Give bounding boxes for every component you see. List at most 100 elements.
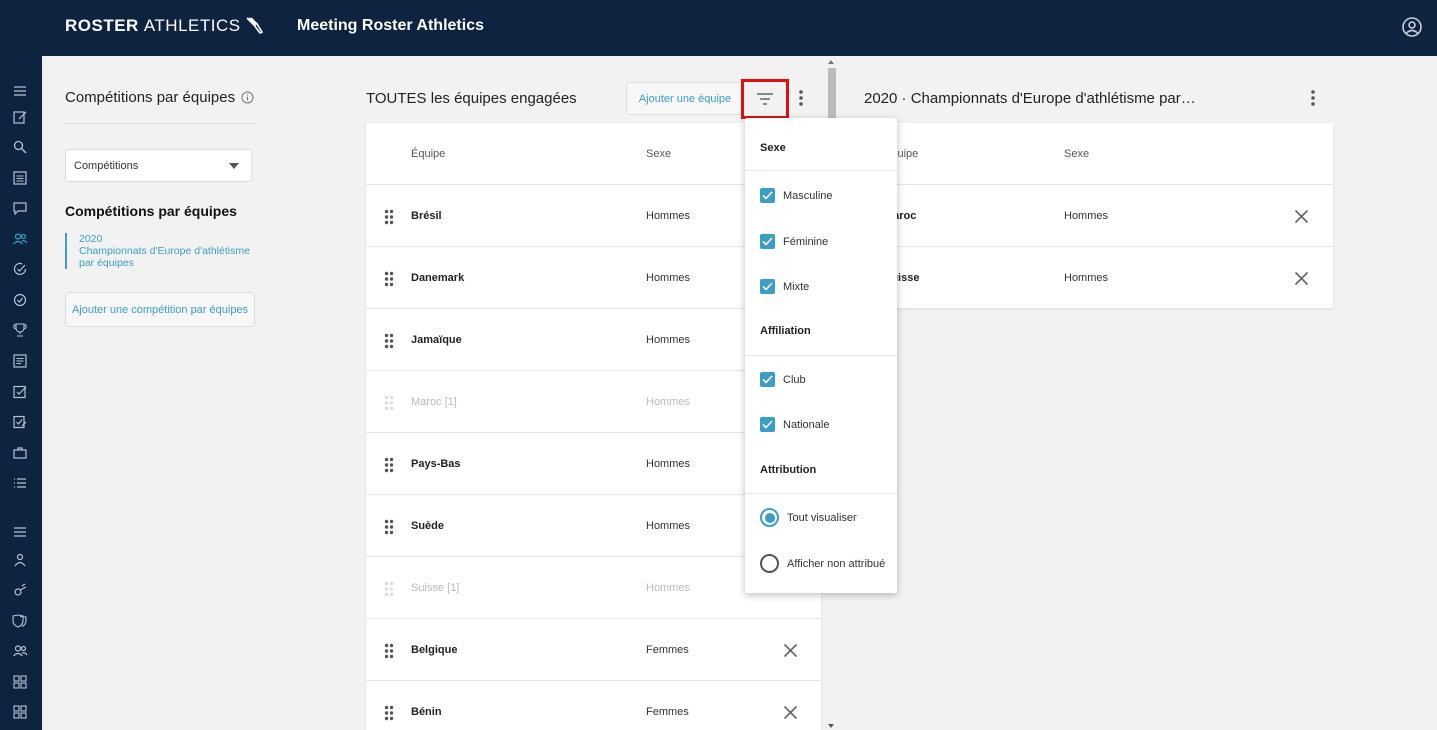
team-sex: Femmes xyxy=(646,644,689,656)
filter-affiliation-title: Affiliation xyxy=(760,325,811,337)
checkbox-checked-icon xyxy=(760,417,775,432)
checkbox-checked-icon xyxy=(760,234,775,249)
checkbox-checked-icon xyxy=(760,279,775,294)
drag-handle-icon[interactable] xyxy=(384,209,394,228)
table-row[interactable]: Belgique Femmes xyxy=(366,619,821,681)
checkbox-mixte[interactable]: Mixte xyxy=(760,279,809,294)
divider xyxy=(745,170,897,171)
radio-non-attribue[interactable]: Afficher non attribué xyxy=(760,554,885,573)
document-icon[interactable] xyxy=(11,352,29,370)
radio-unselected-icon xyxy=(760,554,779,573)
label-masculine: Masculine xyxy=(783,189,833,202)
team-name: Maroc [1] xyxy=(411,396,457,408)
filter-sexe-title: Sexe xyxy=(760,142,786,154)
team-sex: Hommes xyxy=(1064,272,1109,284)
checkbox-feminine[interactable]: Féminine xyxy=(760,234,828,249)
team-name: Brésil xyxy=(411,210,442,222)
table-row[interactable]: Suisse Hommes xyxy=(838,247,1333,309)
competition-teams-table: Équipe Sexe Maroc Hommes Suisse Hommes xyxy=(838,123,1333,309)
menu-icon-secondary[interactable] xyxy=(11,523,29,541)
account-icon[interactable] xyxy=(1401,16,1423,43)
info-icon[interactable] xyxy=(241,91,254,109)
menu-icon[interactable] xyxy=(11,82,29,100)
grid-alt-icon[interactable] xyxy=(11,703,29,721)
brand-light: ATHLETICS xyxy=(143,16,241,35)
checkbox-checked-icon xyxy=(760,188,775,203)
team-sex: Hommes xyxy=(646,582,691,594)
check-circle-alt-icon[interactable] xyxy=(11,291,29,309)
more-vert-icon-right[interactable] xyxy=(1308,88,1318,113)
radio-tout-visualiser[interactable]: Tout visualiser xyxy=(760,508,857,527)
task-edit-icon[interactable] xyxy=(11,413,29,431)
teams-icon[interactable] xyxy=(11,230,29,248)
more-vert-icon[interactable] xyxy=(796,88,806,113)
winged-shoe-icon xyxy=(246,17,263,35)
chat-icon[interactable] xyxy=(11,199,29,217)
label-tout-visualiser: Tout visualiser xyxy=(787,511,857,524)
close-icon[interactable] xyxy=(1294,271,1309,289)
label-non-attribue: Afficher non attribué xyxy=(787,557,886,570)
competition-title: 2020 · Championnats d'Europe d'athlétism… xyxy=(864,90,1199,107)
label-feminine: Féminine xyxy=(783,235,829,248)
drag-handle-icon[interactable] xyxy=(384,271,394,290)
close-icon[interactable] xyxy=(783,643,798,661)
trophy-icon[interactable] xyxy=(11,321,29,339)
radio-selected-icon xyxy=(760,508,779,527)
checkbox-icon[interactable] xyxy=(11,383,29,401)
team-sex: Hommes xyxy=(646,520,691,532)
checkbox-masculine[interactable]: Masculine xyxy=(760,188,833,203)
shields-icon[interactable] xyxy=(11,612,29,630)
filter-dropdown: Sexe Masculine Féminine Mixte Affiliatio… xyxy=(745,118,897,593)
competition-name: Championnats d'Europe d'athlétisme par é… xyxy=(79,245,250,269)
label-club: Club xyxy=(783,373,806,386)
close-icon[interactable] xyxy=(1294,209,1309,227)
scroll-down-arrow[interactable] xyxy=(828,724,834,728)
team-sex: Hommes xyxy=(646,396,691,408)
section-title: Compétitions par équipes xyxy=(65,203,237,219)
scroll-thumb[interactable] xyxy=(828,68,836,118)
scroll-up-arrow[interactable] xyxy=(828,60,834,64)
bullet-list-icon[interactable] xyxy=(11,474,29,492)
briefcase-icon[interactable] xyxy=(11,444,29,462)
add-team-competition-button[interactable]: Ajouter une compétition par équipes xyxy=(65,292,255,327)
team-name: Pays-Bas xyxy=(411,458,461,470)
team-sex: Hommes xyxy=(1064,210,1109,222)
competition-item[interactable]: 2020 Championnats d'Europe d'athlétisme … xyxy=(65,233,255,269)
drag-handle-icon[interactable] xyxy=(384,519,394,538)
table-row[interactable]: Bénin Femmes xyxy=(366,681,821,730)
drag-handle-icon[interactable] xyxy=(384,333,394,352)
col-sex: Sexe xyxy=(646,148,672,160)
filter-attribution-title: Attribution xyxy=(760,464,817,476)
team-sex: Hommes xyxy=(646,334,691,346)
filter-button[interactable] xyxy=(741,79,789,119)
check-circle-icon[interactable] xyxy=(11,260,29,278)
checkbox-club[interactable]: Club xyxy=(760,372,806,387)
competition-year: 2020 xyxy=(79,233,103,245)
checkbox-nationale[interactable]: Nationale xyxy=(760,417,829,432)
edit-icon[interactable] xyxy=(11,108,29,126)
nav-rail xyxy=(0,56,42,730)
team-name: Belgique xyxy=(411,644,458,656)
brand-bold: ROSTER xyxy=(65,16,139,35)
table-row[interactable]: Maroc Hommes xyxy=(838,185,1333,247)
drag-handle-icon[interactable] xyxy=(384,457,394,476)
drag-handle-icon[interactable] xyxy=(384,395,394,414)
list-icon[interactable] xyxy=(11,169,29,187)
grid-icon[interactable] xyxy=(11,673,29,691)
person-icon[interactable] xyxy=(11,551,29,569)
team-name: Jamaïque xyxy=(411,334,462,346)
app-title: Meeting Roster Athletics xyxy=(297,17,484,34)
competitions-select[interactable]: Compétitions xyxy=(65,149,252,182)
drag-handle-icon[interactable] xyxy=(384,643,394,662)
caret-down-icon xyxy=(229,163,239,169)
drag-handle-icon[interactable] xyxy=(384,581,394,600)
group-icon[interactable] xyxy=(11,642,29,660)
whistle-icon[interactable] xyxy=(11,581,29,599)
search-icon[interactable] xyxy=(11,138,29,156)
col-team: Équipe xyxy=(411,148,446,160)
table-header: Équipe Sexe xyxy=(838,123,1333,185)
add-team-button[interactable]: Ajouter une équipe xyxy=(626,82,744,115)
close-icon[interactable] xyxy=(783,705,798,723)
drag-handle-icon[interactable] xyxy=(384,705,394,724)
brand-logo[interactable]: ROSTER ATHLETICS xyxy=(65,16,264,36)
